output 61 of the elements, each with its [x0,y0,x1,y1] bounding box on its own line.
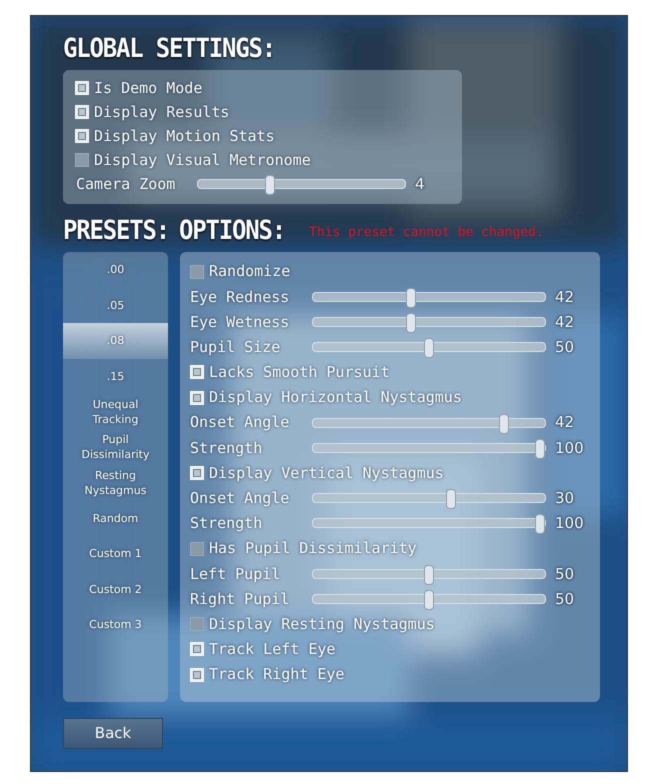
slider-thumb[interactable] [424,590,434,610]
checkbox-label: Is Demo Mode [94,78,202,99]
slider-label: Pupil Size [190,336,282,358]
slider-value: 100 [554,438,585,459]
slider-value: 42 [554,412,576,434]
preset-item[interactable]: Unequal Tracking [63,394,168,430]
slider-value: 4 [414,174,426,195]
checkbox-label: Display Visual Metronome [94,150,311,171]
preset-item[interactable]: Random [63,500,168,536]
checkbox[interactable] [190,264,204,279]
slider-label: Strength [190,513,264,534]
slider-value: 30 [554,488,576,510]
slider-thumb[interactable] [264,175,275,195]
checkbox-label: Display Vertical Nystagmus [209,462,444,484]
section-heading: GLOBAL SETTINGS: [63,34,275,62]
slider-value: 42 [554,312,576,333]
slider-label: Camera Zoom [75,174,176,195]
preset-item[interactable]: .05 [63,288,168,323]
slider-label: Strength [190,438,264,459]
checkbox-label: Display Results [94,102,230,123]
checkbox-label: Has Pupil Dissimilarity [209,538,417,560]
slider-label: Onset Angle [190,488,290,510]
warning-message: This preset cannot be changed. [309,224,544,242]
slider-label: Eye Wetness [190,312,290,333]
checkbox-label: Display Resting Nystagmus [209,614,435,635]
checkbox[interactable] [75,153,89,167]
preset-item[interactable]: Custom 2 [63,572,168,607]
slider-thumb[interactable] [535,514,545,534]
slider-value: 50 [554,336,576,358]
checkbox-label: Display Horizontal Nystagmus [209,387,462,408]
section-heading: PRESETS: [63,216,169,244]
slider-thumb[interactable] [424,338,434,358]
slider-thumb[interactable] [424,564,434,585]
slider-label: Eye Redness [190,286,290,308]
preset-item[interactable]: .00 [63,252,168,288]
preset-item[interactable]: Custom 3 [63,607,168,642]
checkbox-label: Lacks Smooth Pursuit [209,362,390,384]
checkbox[interactable] [190,617,204,632]
slider-thumb[interactable] [499,414,510,434]
slider-thumb[interactable] [446,489,456,510]
slider-label: Left Pupil [190,564,282,585]
checkbox-label: Track Left Eye [209,639,336,660]
preset-item[interactable]: Custom 1 [63,536,168,572]
slider-label: Right Pupil [190,588,290,610]
slider-value: 100 [554,513,585,534]
preset-item[interactable]: Pupil Dissimilarity [63,430,168,465]
preset-item[interactable]: .15 [63,358,168,394]
slider-value: 50 [554,564,576,585]
slider-thumb[interactable] [406,288,416,308]
section-heading: OPTIONS: [179,216,285,244]
slider-thumb[interactable] [406,312,416,333]
back-button[interactable]: Back [63,718,163,749]
slider-label: Onset Angle [190,412,290,434]
checkbox-label: Display Motion Stats [94,126,275,147]
checkbox[interactable] [190,542,204,556]
preset-item[interactable]: Resting Nystagmus [63,465,168,500]
slider-value: 42 [554,286,576,308]
checkbox-label: Randomize [209,261,290,282]
checkbox-label: Track Right Eye [209,664,344,686]
slider-value: 50 [554,588,576,610]
slider-thumb[interactable] [535,438,545,459]
